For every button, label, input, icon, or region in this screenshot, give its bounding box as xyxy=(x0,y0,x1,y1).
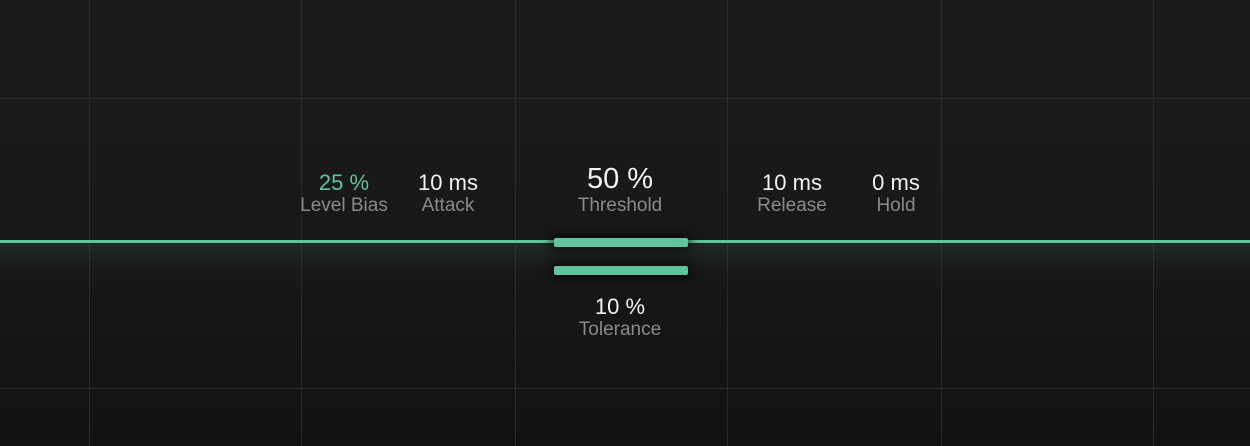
threshold-control[interactable]: 50 % Threshold xyxy=(578,163,663,217)
hold-label: Hold xyxy=(876,195,916,216)
attack-label: Attack xyxy=(421,195,475,216)
threshold-handle[interactable] xyxy=(554,238,688,247)
hold-control[interactable]: 0 ms Hold xyxy=(872,170,920,217)
tolerance-control[interactable]: 10 % Tolerance xyxy=(579,294,661,341)
grid-line-vertical xyxy=(301,0,302,446)
grid-line-vertical xyxy=(727,0,728,446)
level-bias-label: Level Bias xyxy=(300,195,388,216)
release-value[interactable]: 10 ms xyxy=(757,170,827,195)
threshold-value[interactable]: 50 % xyxy=(578,163,663,195)
tolerance-label: Tolerance xyxy=(578,319,662,340)
threshold-label: Threshold xyxy=(577,195,663,216)
grid-line-vertical xyxy=(1153,0,1154,446)
grid-line-vertical xyxy=(941,0,942,446)
grid-line-horizontal xyxy=(0,98,1250,99)
attack-control[interactable]: 10 ms Attack xyxy=(418,170,478,217)
grid-line-vertical xyxy=(515,0,516,446)
hold-value[interactable]: 0 ms xyxy=(872,170,920,195)
gate-editor: 25 % Level Bias 10 ms Attack 50 % Thresh… xyxy=(0,0,1250,446)
tolerance-handle[interactable] xyxy=(554,266,688,275)
release-control[interactable]: 10 ms Release xyxy=(757,170,827,217)
attack-value[interactable]: 10 ms xyxy=(418,170,478,195)
grid-line-horizontal xyxy=(0,388,1250,389)
grid-line-vertical xyxy=(89,0,90,446)
tolerance-value[interactable]: 10 % xyxy=(579,294,661,319)
level-bias-value[interactable]: 25 % xyxy=(300,170,388,195)
release-label: Release xyxy=(757,195,827,216)
level-bias-control[interactable]: 25 % Level Bias xyxy=(300,170,388,217)
